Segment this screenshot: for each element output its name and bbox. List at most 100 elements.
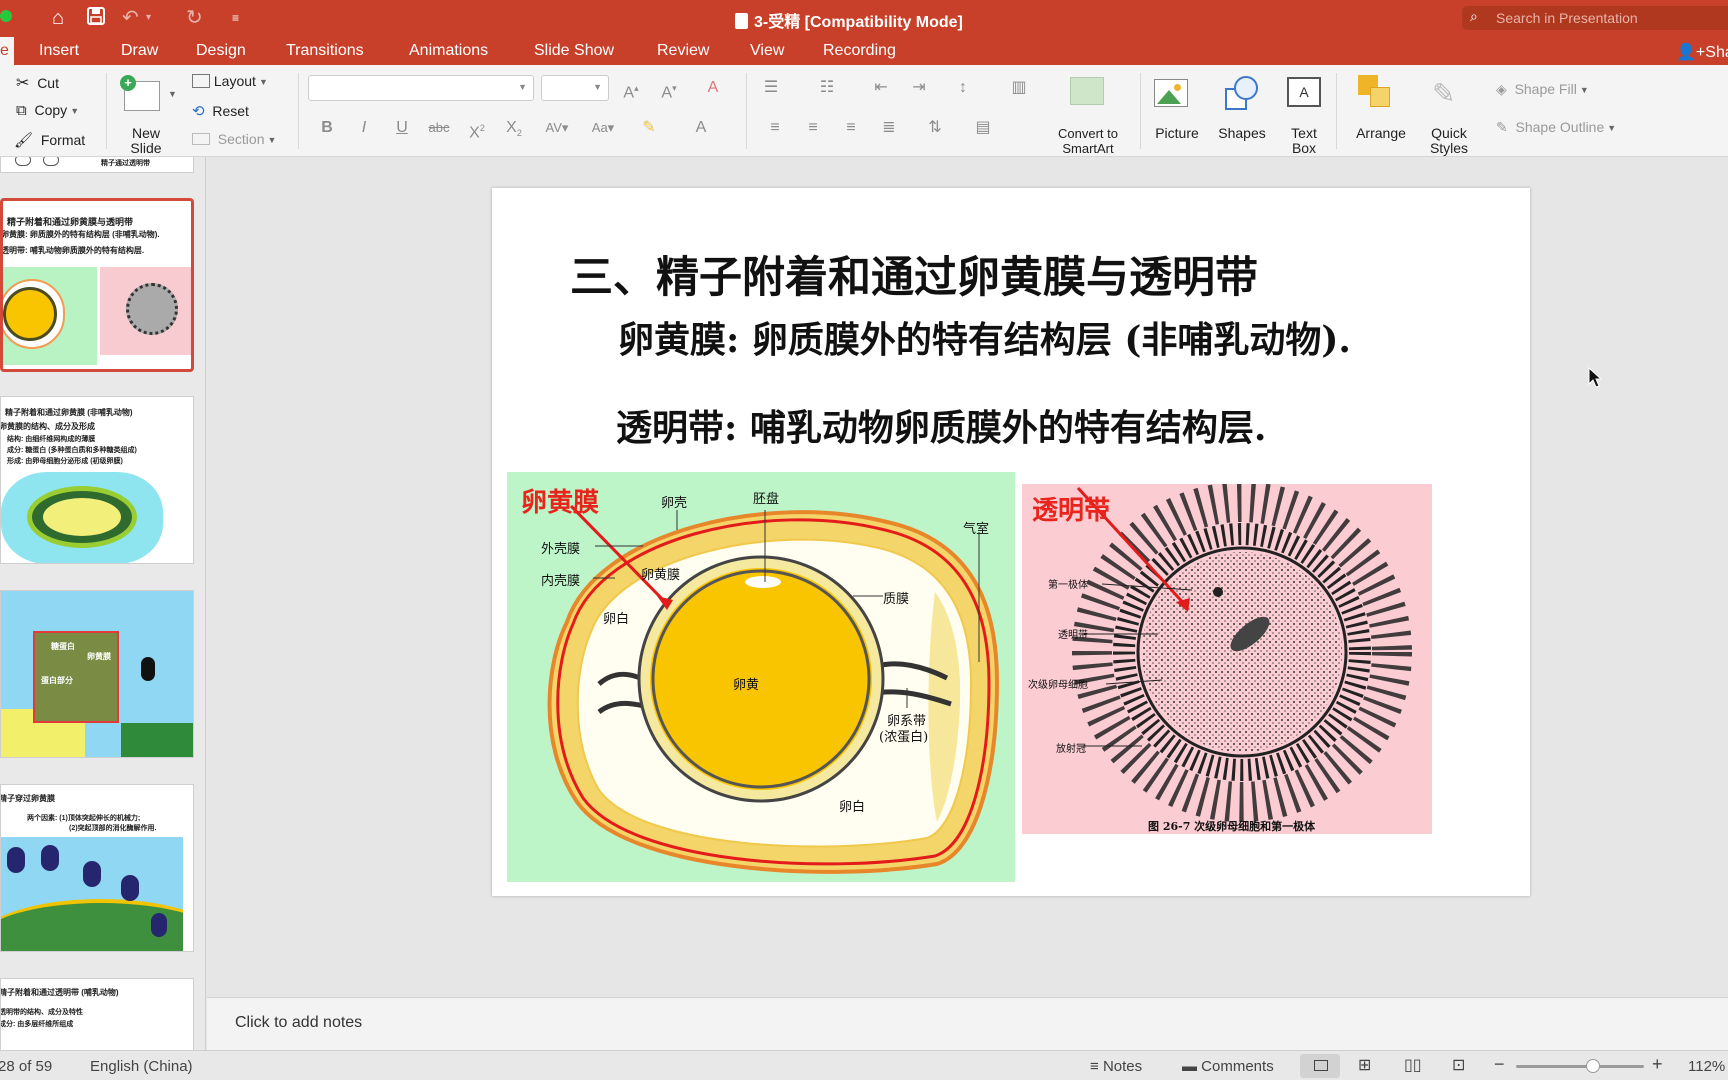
clear-format-icon[interactable]: A <box>700 75 726 101</box>
share-button[interactable]: 👤+Sha <box>1676 42 1728 62</box>
font-color-icon[interactable]: A <box>688 115 714 141</box>
copy-button[interactable]: ⧉ Copy ▼ <box>16 102 79 119</box>
character-spacing-icon[interactable]: AV▾ <box>540 115 574 141</box>
search-box[interactable]: ⌕ Search in Presentation <box>1462 6 1728 30</box>
redo-icon[interactable]: ↻ <box>186 6 203 30</box>
thumbnail-slide[interactable]: 卵黄膜 糖蛋白 蛋白部分 <box>0 590 194 758</box>
subscript-icon[interactable]: X2 <box>501 115 527 141</box>
bold-icon[interactable]: B <box>314 115 340 141</box>
section-button[interactable]: Section ▼ <box>192 131 276 147</box>
zoom-slider-thumb[interactable] <box>1585 1059 1600 1073</box>
normal-view-button[interactable] <box>1300 1054 1340 1078</box>
increase-font-icon[interactable]: A▴ <box>618 75 644 101</box>
tab-animations[interactable]: Animations <box>409 42 488 60</box>
text-box-button[interactable]: A Text Box <box>1280 71 1328 156</box>
superscript-icon[interactable]: X2 <box>464 115 490 141</box>
comments-toggle-button[interactable]: ▬ Comments <box>1182 1058 1274 1075</box>
notes-toggle-button[interactable]: ≡ Notes <box>1090 1058 1142 1075</box>
slide-title[interactable]: 三、精子附着和通过卵黄膜与透明带 <box>570 243 1258 305</box>
slide-canvas[interactable]: 三、精子附着和通过卵黄膜与透明带 卵黄膜: 卵质膜外的特有结构层 (非哺乳动物)… <box>492 188 1530 896</box>
align-center-icon[interactable]: ≡ <box>800 115 826 141</box>
tab-home[interactable]: e <box>0 37 14 65</box>
reading-view-icon[interactable]: ▯▯ <box>1404 1055 1422 1075</box>
status-bar: 28 of 59 English (China) ≡ Notes ▬ Comme… <box>0 1050 1728 1080</box>
underline-icon[interactable]: U <box>389 115 415 141</box>
thumb-cell-diagram <box>1 472 163 563</box>
align-text-icon[interactable]: ▤ <box>970 115 996 141</box>
numbering-icon[interactable]: ☷ <box>814 75 840 101</box>
tab-insert[interactable]: Insert <box>39 42 79 60</box>
zona-pellucida-figure[interactable]: 透明带 第一极体 透明带 次级卵母细胞 放射冠 图 26-7 次级卵母细胞和第一… <box>1022 484 1432 834</box>
thumb-text: 精子通过透明带 <box>101 160 150 167</box>
slide-thumbnail-pane[interactable]: 精子通过透明带 精子附着和通过卵黄膜与透明带 卵黄膜: 卵质膜外的特有结构层 (… <box>0 157 206 1050</box>
slide-sorter-icon[interactable]: ⊞ <box>1358 1055 1371 1075</box>
format-painter-button[interactable]: 🖌 Format <box>14 131 85 149</box>
italic-icon[interactable]: I <box>351 115 377 141</box>
notes-pane[interactable]: Click to add notes <box>207 997 1728 1050</box>
bullets-icon[interactable]: ☰ <box>758 75 784 101</box>
egg-label: 质膜 <box>883 592 910 607</box>
convert-smartart-button[interactable]: Convert to SmartArt <box>1046 71 1130 156</box>
tab-review[interactable]: Review <box>657 42 709 60</box>
tab-view[interactable]: View <box>750 42 784 60</box>
new-slide-button[interactable]: + New Slide <box>116 71 176 156</box>
shapes-button[interactable]: Shapes <box>1214 71 1270 155</box>
slide-text-zona[interactable]: 透明带: 哺乳动物卵质膜外的特有结构层. <box>616 399 1266 451</box>
home-icon[interactable]: ⌂ <box>52 6 64 30</box>
strikethrough-icon[interactable]: abc <box>426 115 452 141</box>
thumb-text: 蛋白部分 <box>41 676 73 685</box>
zoom-slider[interactable] <box>1516 1059 1644 1073</box>
justify-icon[interactable]: ≣ <box>876 115 902 141</box>
tab-recording[interactable]: Recording <box>823 42 896 60</box>
shape-fill-button[interactable]: ◈ Shape Fill ▼ <box>1496 81 1589 98</box>
thumb-shape <box>43 157 59 166</box>
tab-transitions[interactable]: Transitions <box>286 42 364 60</box>
zoom-level[interactable]: 112% <box>1688 1058 1725 1075</box>
thumb-text: 透明带的结构、成分及特性 <box>0 1009 83 1016</box>
text-direction-icon[interactable]: ⇅ <box>922 115 948 141</box>
save-icon[interactable] <box>86 6 106 32</box>
shape-outline-button[interactable]: ✎ Shape Outline ▼ <box>1496 119 1616 136</box>
line-spacing-icon[interactable]: ↕ <box>950 75 976 101</box>
window-zoom-button[interactable] <box>0 10 12 22</box>
tab-draw[interactable]: Draw <box>121 42 158 60</box>
layout-button[interactable]: Layout ▼ <box>192 73 268 89</box>
thumbnail-slide[interactable]: 精子穿过卵黄膜 两个因素: (1)顶体突起伸长的机械力; (2)突起顶部的消化酶… <box>0 784 194 952</box>
thumbnail-slide[interactable]: 精子附着和通过透明带 (哺乳动物) 透明带的结构、成分及特性 成分: 由多层纤维… <box>0 978 194 1050</box>
reset-button[interactable]: ⟲ Reset <box>192 102 249 120</box>
thumbnail-previous[interactable]: 精子通过透明带 <box>0 157 194 173</box>
thumb-text: 卵黄膜的结构、成分及形成 <box>0 422 95 431</box>
egg-label: 卵白 <box>603 612 630 627</box>
slide-text-vitelline[interactable]: 卵黄膜: 卵质膜外的特有结构层 (非哺乳动物). <box>618 311 1351 363</box>
customize-toolbar-icon[interactable]: ≡ <box>232 6 239 30</box>
undo-icon[interactable]: ↶ <box>122 6 139 30</box>
egg-structure-figure[interactable]: 卵黄膜 卵壳 胚盘 气室 外壳膜 内壳膜 卵黄膜 卵白 质膜 卵黄 卵系带 (浓… <box>507 472 1015 882</box>
align-left-icon[interactable]: ≡ <box>762 115 788 141</box>
arrange-button[interactable]: Arrange <box>1346 71 1416 155</box>
font-size-select[interactable]: ▼ <box>541 75 609 101</box>
quick-styles-button[interactable]: ✎ Quick Styles <box>1416 71 1482 156</box>
language-indicator[interactable]: English (China) <box>90 1058 193 1075</box>
thumbnail-slide-current[interactable]: 精子附着和通过卵黄膜与透明带 卵黄膜: 卵质膜外的特有结构层 (非哺乳动物). … <box>0 198 194 372</box>
tab-slide-show[interactable]: Slide Show <box>534 42 614 60</box>
picture-button[interactable]: Picture <box>1150 71 1204 155</box>
slideshow-view-icon[interactable]: ⊡ <box>1452 1055 1465 1075</box>
undo-dropdown-icon[interactable]: ▾ <box>146 6 151 30</box>
cut-button[interactable]: ✂ Cut <box>16 73 59 93</box>
increase-indent-icon[interactable]: ⇥ <box>906 75 932 101</box>
align-right-icon[interactable]: ≡ <box>838 115 864 141</box>
decrease-font-icon[interactable]: A▾ <box>656 75 682 101</box>
zoom-out-button[interactable]: − <box>1494 1054 1505 1075</box>
new-slide-dropdown-icon[interactable]: ▼ <box>168 89 177 99</box>
thumbnail-slide[interactable]: 精子附着和通过卵黄膜 (非哺乳动物) 卵黄膜的结构、成分及形成 结构: 由细纤维… <box>0 396 194 564</box>
font-name-select[interactable]: ▼ <box>308 75 534 101</box>
tab-design[interactable]: Design <box>196 42 246 60</box>
zoom-in-button[interactable]: + <box>1652 1054 1663 1075</box>
columns-icon[interactable]: ▥ <box>1006 75 1032 101</box>
highlight-icon[interactable]: ✎ <box>636 115 662 141</box>
notes-placeholder[interactable]: Click to add notes <box>235 1014 362 1032</box>
change-case-icon[interactable]: Aa▾ <box>586 115 620 141</box>
copy-icon: ⧉ <box>16 102 27 119</box>
slide-editor[interactable]: 三、精子附着和通过卵黄膜与透明带 卵黄膜: 卵质膜外的特有结构层 (非哺乳动物)… <box>207 157 1728 997</box>
decrease-indent-icon[interactable]: ⇤ <box>868 75 894 101</box>
